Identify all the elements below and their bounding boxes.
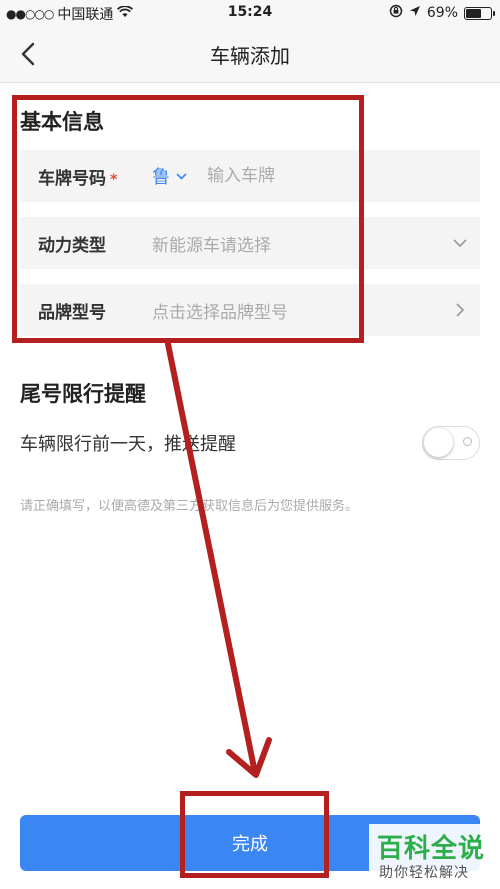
watermark: 百科全说 助你轻松解决 xyxy=(369,824,500,886)
watermark-title: 百科全说 xyxy=(377,834,486,864)
watermark-subtitle: 助你轻松解决 xyxy=(379,865,469,881)
annotation-arrow xyxy=(165,341,272,778)
